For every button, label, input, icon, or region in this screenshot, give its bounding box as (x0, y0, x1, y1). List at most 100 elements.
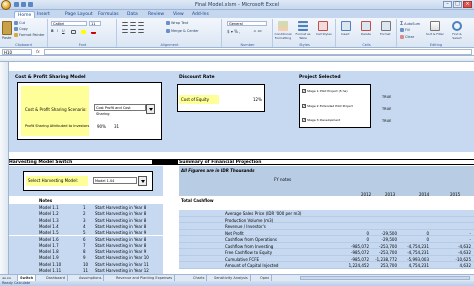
horizontal-scrollbar[interactable] (300, 276, 470, 280)
wrap-text-button[interactable]: Wrap Text (166, 21, 188, 25)
tab-data[interactable]: Data (124, 11, 141, 18)
cut-button[interactable]: Cut (14, 21, 25, 25)
align-middle-icon[interactable] (130, 22, 136, 26)
table-cell[interactable]: -985,072 (351, 244, 369, 249)
align-bottom-icon[interactable] (138, 22, 144, 26)
scenario-dropdown-button[interactable] (146, 104, 155, 114)
row-headers[interactable] (0, 62, 9, 274)
align-left-icon[interactable] (122, 29, 128, 33)
autosum-button[interactable]: Σ AutoSum (400, 21, 420, 27)
find-icon[interactable] (452, 21, 462, 31)
bold-button[interactable]: B (51, 29, 54, 33)
paste-button[interactable]: Paste (2, 36, 11, 40)
format-as-table-button[interactable]: Format as Table (294, 32, 312, 40)
paste-icon[interactable] (2, 21, 12, 35)
table-cell[interactable]: 1,224,452 (349, 263, 369, 268)
table-cell[interactable]: -29,500 (382, 231, 397, 236)
fill-button[interactable]: Fill (400, 28, 410, 32)
delete-icon[interactable] (361, 21, 371, 31)
sort-filter-button[interactable]: Sort & Filter (426, 32, 444, 36)
clear-button[interactable]: Clear (400, 35, 414, 39)
borders-icon[interactable] (71, 30, 76, 34)
table-cell[interactable]: -4,632 (458, 250, 471, 255)
stage1-name: Pilot Project (5 ha) (320, 89, 348, 93)
table-cell[interactable]: -253,700 (379, 244, 397, 249)
underline-button[interactable]: U (62, 29, 65, 33)
stage1-value[interactable]: TRUE (382, 95, 391, 99)
table-cell[interactable]: - (470, 237, 471, 242)
table-cell[interactable]: 4,754,231 (409, 263, 429, 268)
tab-view[interactable]: View (170, 11, 187, 18)
attrib-value-b[interactable]: 31 (114, 124, 119, 129)
merge-center-button[interactable]: Merge & Center (166, 29, 199, 33)
find-select-button[interactable]: Find & Select (448, 32, 466, 40)
table-cell[interactable]: 0 (366, 237, 369, 242)
table-cell[interactable]: -5,993,003 (407, 257, 429, 262)
format-button[interactable]: Format (380, 32, 391, 36)
stage2-checkbox[interactable]: ✓ (302, 104, 306, 108)
cell-styles-icon[interactable] (318, 21, 328, 31)
stage1-checkbox[interactable]: ✓ (302, 89, 306, 93)
harvest-dropdown-button[interactable] (138, 176, 147, 186)
currency-button[interactable]: $ ▾ % , (227, 29, 240, 34)
tab-add-ins[interactable]: Add-Ins (189, 11, 212, 18)
table-cell[interactable]: - (470, 231, 471, 236)
number-format-select[interactable]: General (227, 21, 267, 26)
table-cell[interactable]: 0 (366, 231, 369, 236)
cost-of-equity-value[interactable]: 12% (253, 97, 262, 102)
table-cell[interactable]: -1,238,772 (375, 257, 397, 262)
table-cell[interactable]: -10,625 (456, 257, 471, 262)
align-top-icon[interactable] (122, 22, 128, 26)
insert-icon[interactable] (341, 21, 351, 31)
formula-input[interactable] (44, 49, 472, 55)
table-cell[interactable]: -4,632 (458, 244, 471, 249)
format-table-icon[interactable] (298, 21, 308, 31)
close-button[interactable]: × (463, 1, 472, 8)
font-size-select[interactable]: 11 (89, 21, 101, 26)
table-cell[interactable]: 4,632 (460, 263, 471, 268)
align-right-icon[interactable] (138, 29, 144, 33)
tab-home[interactable]: Home (14, 11, 36, 18)
fill-color-icon[interactable] (81, 30, 86, 34)
maximize-button[interactable]: □ (453, 1, 462, 8)
ribbon: Paste Cut Copy Format Painter Clipboard … (0, 18, 474, 48)
table-cell[interactable]: -985,072 (351, 250, 369, 255)
conditional-formatting-icon[interactable] (278, 21, 288, 31)
table-cell[interactable]: -253,700 (379, 250, 397, 255)
font-name-select[interactable]: Calibri (51, 21, 87, 26)
font-color-icon[interactable] (91, 30, 96, 34)
format-painter-button[interactable]: Format Painter (14, 33, 45, 37)
attrib-value-a[interactable]: 90% (97, 124, 106, 129)
table-cell[interactable]: -29,500 (382, 237, 397, 242)
tab-review[interactable]: Review (145, 11, 167, 18)
align-center-icon[interactable] (130, 29, 136, 33)
table-cell[interactable]: 0 (426, 231, 429, 236)
stage3-value[interactable]: TRUE (382, 119, 391, 123)
delete-button[interactable]: Delete (361, 32, 371, 36)
italic-button[interactable]: I (57, 29, 58, 33)
copy-button[interactable]: Copy (14, 27, 28, 31)
worksheet[interactable]: Cost & Profit Sharing Model Cost & Profi… (9, 62, 474, 274)
decimal-buttons[interactable]: .0 .00 (253, 29, 262, 33)
stage2-value[interactable]: TRUE (382, 107, 391, 111)
fx-icon[interactable]: fx (36, 49, 40, 54)
table-cell[interactable]: -4,754,231 (407, 250, 429, 255)
tab-page-layout[interactable]: Page Layout (62, 11, 96, 18)
table-cell[interactable]: -4,754,231 (407, 244, 429, 249)
table-row (179, 262, 474, 269)
tab-formulas[interactable]: Formulas (95, 11, 122, 18)
conditional-formatting-button[interactable]: Conditional Formatting (274, 32, 292, 40)
sort-filter-icon[interactable] (430, 21, 440, 31)
stage3-checkbox[interactable]: ✓ (302, 118, 306, 122)
scenario-select[interactable]: Cost Profit and Cost Sharing (94, 104, 146, 116)
harvest-model-select[interactable]: Model 1.04 (93, 177, 137, 184)
table-cell[interactable]: 253,700 (380, 263, 397, 268)
table-cell[interactable]: 0 (426, 237, 429, 242)
insert-button[interactable]: Insert (341, 32, 350, 36)
table-cell[interactable]: -985,072 (351, 257, 369, 262)
minimize-button[interactable]: – (443, 1, 452, 8)
tab-insert[interactable]: Insert (34, 11, 53, 18)
format-icon[interactable] (381, 21, 391, 31)
name-box[interactable]: H10 (2, 49, 32, 55)
cell-styles-button[interactable]: Cell Styles (316, 32, 332, 36)
